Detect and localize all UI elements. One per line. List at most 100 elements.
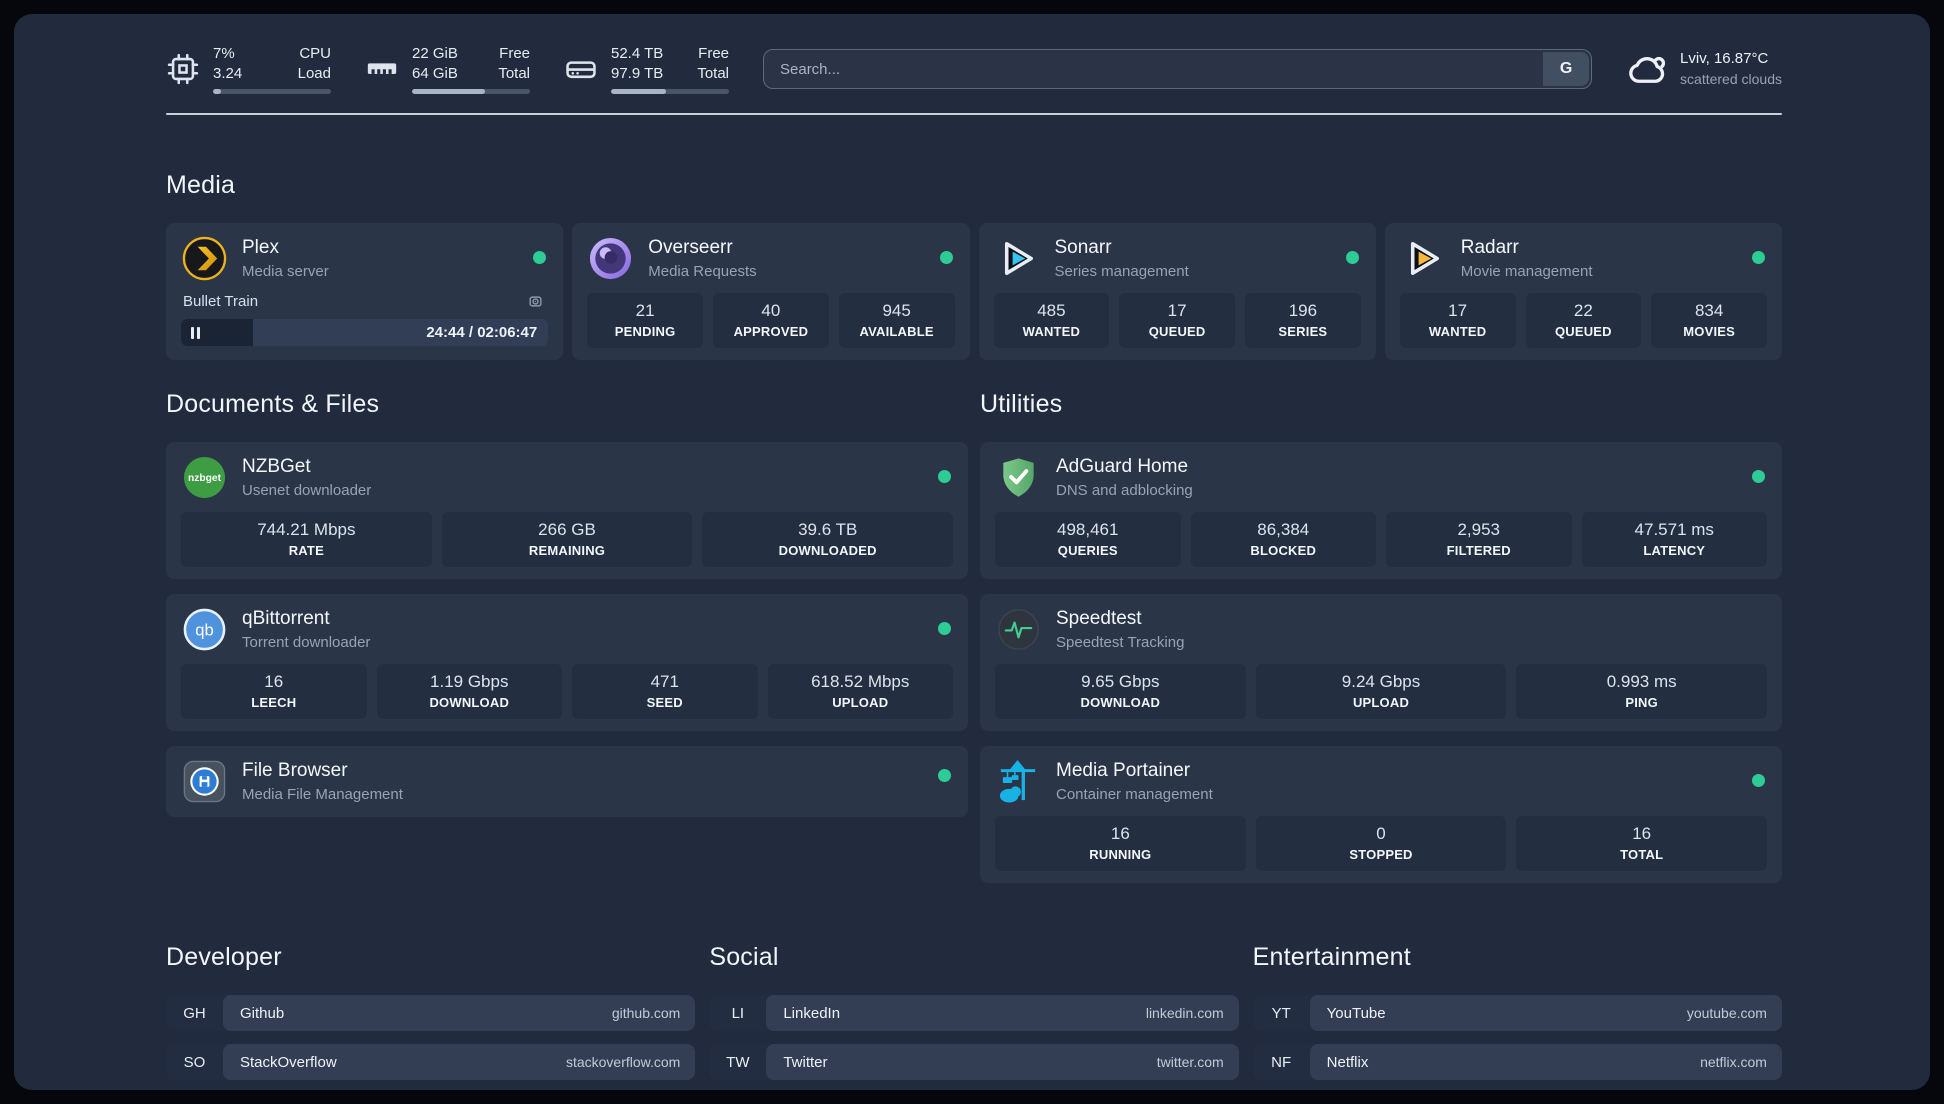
stat-block: 471 SEED [572, 664, 758, 719]
topbar-divider [166, 113, 1782, 115]
service-stats: 16 RUNNING 0 STOPPED 16 TOTAL [995, 816, 1768, 871]
bookmark-abbr: GH [183, 1004, 206, 1022]
playback-time: 24:44 / 02:06:47 [426, 324, 538, 341]
weather-widget[interactable]: Lviv, 16.87°C scattered clouds [1626, 48, 1782, 90]
service-name: Plex [242, 237, 279, 259]
service-stats: 498,461 QUERIES 86,384 BLOCKED 2,953 FILTER… [995, 512, 1767, 567]
overseerr-icon [590, 237, 632, 280]
developer-bookmarks: GH Github github.com SO StackOverflow stac… [166, 995, 696, 1090]
status-dot [939, 251, 953, 264]
svg-text:nzbget: nzbget [188, 473, 222, 484]
bookmark-name: Netflix [1326, 1053, 1369, 1071]
stat-block: 618.52 Mbps UPLOAD [767, 664, 953, 719]
service-card-qbittorrent[interactable]: qb qBittorrent Torrent downloader 16 LEEC… [166, 594, 968, 731]
bookmark-url: netflix.com [1700, 1054, 1767, 1070]
stat-block: 0.993 ms PING [1516, 664, 1768, 719]
memory-free-value: 22 GiB [412, 45, 458, 62]
dashboard-panel: 7% 3.24 CPU Load 22 GiB 64 GiB Free Tota… [14, 14, 1930, 1090]
service-description: DNS and adblocking [1056, 481, 1193, 499]
bookmark-url: stackoverflow.com [565, 1054, 681, 1070]
cpu-label: CPU [299, 45, 331, 62]
stat-block: 9.65 Gbps DOWNLOAD [995, 664, 1246, 719]
service-name: Media Portainer [1056, 760, 1191, 782]
bookmark-netflix[interactable]: NF Netflix netflix.com [1252, 1044, 1782, 1080]
cpu-progressbar [213, 89, 331, 94]
bookmark-name: Twitter [783, 1053, 828, 1071]
weather-location: Lviv, 16.87°C [1680, 50, 1769, 68]
section-title-entertainment: Entertainment [1252, 943, 1411, 971]
pause-icon [191, 326, 200, 339]
bookmark-linkedin[interactable]: LI LinkedIn linkedin.com [709, 995, 1239, 1031]
service-description: Media Requests [648, 262, 757, 280]
memory-icon [367, 63, 397, 74]
playback-progressbar[interactable]: 24:44 / 02:06:47 [181, 319, 549, 346]
service-stats: 485 WANTED 17 QUEUED 196 SERIES [993, 293, 1361, 348]
section-title-social: Social [709, 943, 779, 971]
bookmark-abbr: SO [183, 1053, 206, 1071]
service-name: Overseerr [648, 237, 733, 259]
bookmarks-grid: Developer GH Github github.com SO StackOv… [166, 943, 1782, 1090]
service-card-portainer[interactable]: Media Portainer Container management 16 R… [980, 746, 1782, 883]
memory-stat: 22 GiB 64 GiB Free Total [365, 44, 530, 94]
service-card-sonarr[interactable]: Sonarr Series management 485 WANTED 17 QUE… [978, 223, 1376, 360]
bookmark-youtube[interactable]: YT YouTube youtube.com [1252, 995, 1782, 1031]
qbittorrent-icon: qb [183, 608, 226, 651]
service-stats: 9.65 Gbps DOWNLOAD 9.24 Gbps UPLOAD 0.993 … [995, 664, 1768, 719]
service-name: Speedtest [1056, 608, 1142, 630]
disk-total-value: 97.9 TB [611, 64, 664, 82]
stat-block: 196 SERIES [1245, 293, 1361, 348]
sonarr-icon [1004, 242, 1033, 275]
service-stats: 744.21 Mbps RATE 266 GB REMAINING 39.6 TB D… [181, 512, 954, 567]
service-description: Series management [1054, 262, 1189, 280]
status-dot [938, 622, 951, 635]
service-name: Sonarr [1054, 237, 1112, 259]
now-playing-title: Bullet Train [183, 293, 259, 310]
status-dot [938, 470, 951, 483]
stat-block: 834 MOVIES [1651, 293, 1767, 348]
media-grid: Plex Media server Bullet Train 24:44 / 0… [166, 223, 1782, 360]
bookmark-twitter[interactable]: TW Twitter twitter.com [709, 1044, 1239, 1080]
memory-free-label: Free [499, 45, 530, 62]
bookmark-url: twitter.com [1156, 1054, 1224, 1070]
disk-progressbar [611, 89, 729, 94]
service-card-plex[interactable]: Plex Media server Bullet Train 24:44 / 0… [166, 223, 564, 360]
stat-block: 2,953 FILTERED [1386, 512, 1572, 567]
cpu-percent: 7% [213, 45, 235, 62]
stat-block: 266 GB REMAINING [441, 512, 693, 567]
stat-block: 16 TOTAL [1516, 816, 1768, 871]
search-input[interactable] [763, 49, 1593, 89]
memory-total-value: 64 GiB [412, 64, 458, 82]
adguard-icon [1003, 458, 1034, 497]
stat-block: 0 STOPPED [1255, 816, 1507, 871]
service-description: Torrent downloader [242, 633, 371, 651]
bookmark-stackoverflow[interactable]: SO StackOverflow stackoverflow.com [166, 1044, 696, 1080]
stat-block: 17 WANTED [1399, 293, 1516, 348]
search-provider-button[interactable]: G [1543, 52, 1590, 86]
service-description: Speedtest Tracking [1056, 633, 1185, 651]
stat-block: 17 QUEUED [1119, 293, 1235, 348]
service-stats: 17 WANTED 22 QUEUED 834 MOVIES [1399, 293, 1767, 348]
service-card-radarr[interactable]: Radarr Movie management 17 WANTED 22 QUEUE… [1384, 223, 1782, 360]
stat-block: 40 APPROVED [713, 293, 829, 348]
stat-block: 39.6 TB DOWNLOADED [702, 512, 954, 567]
service-card-nzbget[interactable]: nzbget NZBGet Usenet downloader 744.21 M… [166, 442, 968, 579]
section-title-utilities: Utilities [980, 390, 1063, 418]
service-stats: 21 PENDING 40 APPROVED 945 AVAILABLE [587, 293, 955, 348]
stat-block: 744.21 Mbps RATE [181, 512, 432, 567]
entertainment-bookmarks: YT YouTube youtube.com NF Netflix netflix.… [1252, 995, 1782, 1090]
service-card-adguard[interactable]: AdGuard Home DNS and adblocking 498,461 Q… [980, 442, 1782, 579]
service-card-speedtest[interactable]: Speedtest Speedtest Tracking 9.65 Gbps DO… [980, 594, 1782, 731]
status-dot [938, 769, 951, 782]
service-card-overseerr[interactable]: Overseerr Media Requests 21 PENDING 40 APP… [572, 223, 970, 360]
status-dot [1752, 470, 1765, 483]
stat-block: 9.24 Gbps UPLOAD [1255, 664, 1507, 719]
stat-block: 21 PENDING [587, 293, 703, 348]
service-description: Movie management [1460, 262, 1593, 280]
service-card-filebrowser[interactable]: File Browser Media File Management [166, 746, 968, 817]
stat-block: 22 QUEUED [1525, 293, 1642, 348]
cloud-icon [1629, 56, 1666, 83]
disk-free-label: Free [698, 45, 729, 62]
topbar: 7% 3.24 CPU Load 22 GiB 64 GiB Free Tota… [166, 40, 1782, 98]
portainer-icon [999, 759, 1036, 803]
bookmark-github[interactable]: GH Github github.com [166, 995, 696, 1031]
